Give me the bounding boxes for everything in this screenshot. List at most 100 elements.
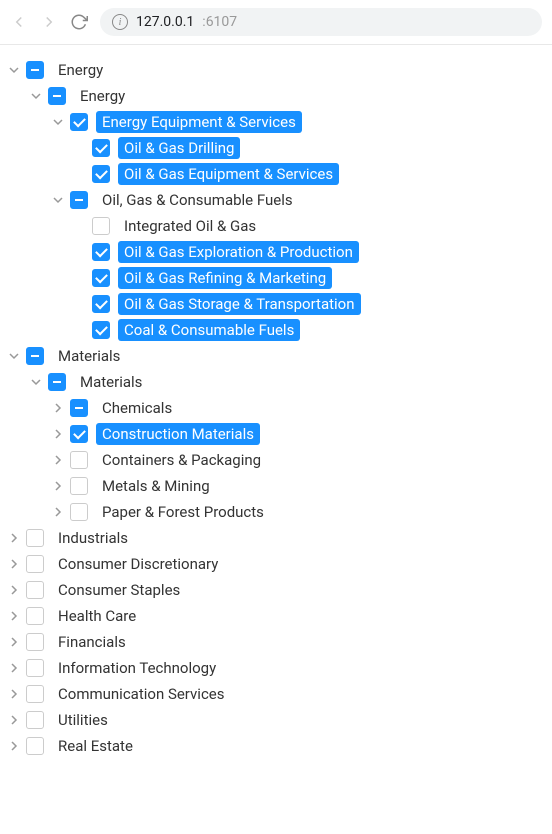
url-bar[interactable]: i 127.0.0.1:6107	[100, 8, 542, 36]
expand-toggle[interactable]	[6, 608, 22, 624]
tree-label[interactable]: Oil & Gas Storage & Transportation	[118, 293, 361, 315]
tree-label[interactable]: Integrated Oil & Gas	[118, 215, 262, 237]
tree-row-containers-packaging[interactable]: Containers & Packaging	[50, 447, 546, 473]
tree-label[interactable]: Utilities	[52, 709, 114, 731]
checkbox-oil-gas-refining-marketing[interactable]	[92, 269, 110, 287]
tree-label[interactable]: Oil & Gas Refining & Marketing	[118, 267, 332, 289]
tree-row-oil-gas-equipment-services[interactable]: Oil & Gas Equipment & Services	[72, 161, 546, 187]
tree-label[interactable]: Coal & Consumable Fuels	[118, 319, 300, 341]
checkbox-oil-gas-consumable-fuels[interactable]	[70, 191, 88, 209]
expand-toggle[interactable]	[6, 738, 22, 754]
checkbox-communication-services[interactable]	[26, 685, 44, 703]
checkbox-real-estate[interactable]	[26, 737, 44, 755]
checkbox-materials[interactable]	[26, 347, 44, 365]
expand-toggle[interactable]	[50, 452, 66, 468]
checkbox-industrials[interactable]	[26, 529, 44, 547]
expand-toggle[interactable]	[6, 582, 22, 598]
expand-toggle[interactable]	[6, 660, 22, 676]
expand-toggle[interactable]	[50, 478, 66, 494]
expand-toggle[interactable]	[6, 634, 22, 650]
checkbox-consumer-discretionary[interactable]	[26, 555, 44, 573]
expand-toggle[interactable]	[6, 530, 22, 546]
tree-label[interactable]: Oil & Gas Drilling	[118, 137, 240, 159]
tree-row-communication-services[interactable]: Communication Services	[6, 681, 546, 707]
tree-row-coal-consumable-fuels[interactable]: Coal & Consumable Fuels	[72, 317, 546, 343]
expand-toggle[interactable]	[6, 556, 22, 572]
tree-row-materials[interactable]: Materials	[6, 343, 546, 369]
checkbox-containers-packaging[interactable]	[70, 451, 88, 469]
checkbox-energy[interactable]	[48, 87, 66, 105]
tree-row-financials[interactable]: Financials	[6, 629, 546, 655]
tree-row-oil-gas-refining-marketing[interactable]: Oil & Gas Refining & Marketing	[72, 265, 546, 291]
checkbox-coal-consumable-fuels[interactable]	[92, 321, 110, 339]
expand-toggle[interactable]	[50, 114, 66, 130]
tree-row-oil-gas-drilling[interactable]: Oil & Gas Drilling	[72, 135, 546, 161]
checkbox-information-technology[interactable]	[26, 659, 44, 677]
site-info-icon[interactable]: i	[112, 14, 128, 30]
expand-toggle[interactable]	[28, 88, 44, 104]
tree-row-materials[interactable]: Materials	[28, 369, 546, 395]
checkbox-oil-gas-drilling[interactable]	[92, 139, 110, 157]
tree-row-energy[interactable]: Energy	[28, 83, 546, 109]
tree-label[interactable]: Communication Services	[52, 683, 231, 705]
tree-row-consumer-discretionary[interactable]: Consumer Discretionary	[6, 551, 546, 577]
tree-label[interactable]: Oil, Gas & Consumable Fuels	[96, 189, 299, 211]
tree-row-consumer-staples[interactable]: Consumer Staples	[6, 577, 546, 603]
tree-label[interactable]: Consumer Discretionary	[52, 553, 224, 575]
tree-label[interactable]: Consumer Staples	[52, 579, 186, 601]
checkbox-health-care[interactable]	[26, 607, 44, 625]
tree-row-metals-mining[interactable]: Metals & Mining	[50, 473, 546, 499]
tree-label[interactable]: Health Care	[52, 605, 142, 627]
tree-label[interactable]: Financials	[52, 631, 132, 653]
tree-row-health-care[interactable]: Health Care	[6, 603, 546, 629]
tree-label[interactable]: Oil & Gas Exploration & Production	[118, 241, 359, 263]
tree-row-utilities[interactable]: Utilities	[6, 707, 546, 733]
tree-label[interactable]: Energy Equipment & Services	[96, 111, 302, 133]
tree-row-information-technology[interactable]: Information Technology	[6, 655, 546, 681]
tree-label[interactable]: Paper & Forest Products	[96, 501, 270, 523]
checkbox-oil-gas-equipment-services[interactable]	[92, 165, 110, 183]
tree-row-construction-materials[interactable]: Construction Materials	[50, 421, 546, 447]
tree-row-integrated-oil-gas[interactable]: Integrated Oil & Gas	[72, 213, 546, 239]
checkbox-chemicals[interactable]	[70, 399, 88, 417]
expand-toggle[interactable]	[6, 686, 22, 702]
tree-row-oil-gas-consumable-fuels[interactable]: Oil, Gas & Consumable Fuels	[50, 187, 546, 213]
checkbox-construction-materials[interactable]	[70, 425, 88, 443]
tree-row-oil-gas-storage-transportation[interactable]: Oil & Gas Storage & Transportation	[72, 291, 546, 317]
back-button[interactable]	[10, 13, 28, 31]
checkbox-materials[interactable]	[48, 373, 66, 391]
tree-row-real-estate[interactable]: Real Estate	[6, 733, 546, 759]
tree-label[interactable]: Energy	[52, 59, 109, 81]
tree-label[interactable]: Information Technology	[52, 657, 222, 679]
checkbox-oil-gas-exploration-production[interactable]	[92, 243, 110, 261]
expand-toggle[interactable]	[50, 504, 66, 520]
tree-row-chemicals[interactable]: Chemicals	[50, 395, 546, 421]
checkbox-utilities[interactable]	[26, 711, 44, 729]
tree-row-oil-gas-exploration-production[interactable]: Oil & Gas Exploration & Production	[72, 239, 546, 265]
tree-label[interactable]: Construction Materials	[96, 423, 260, 445]
tree-row-paper-forest-products[interactable]: Paper & Forest Products	[50, 499, 546, 525]
tree-label[interactable]: Materials	[74, 371, 148, 393]
checkbox-energy-equipment-services[interactable]	[70, 113, 88, 131]
checkbox-oil-gas-storage-transportation[interactable]	[92, 295, 110, 313]
reload-button[interactable]	[70, 13, 88, 31]
checkbox-integrated-oil-gas[interactable]	[92, 217, 110, 235]
tree-row-industrials[interactable]: Industrials	[6, 525, 546, 551]
tree-label[interactable]: Energy	[74, 85, 131, 107]
expand-toggle[interactable]	[50, 400, 66, 416]
expand-toggle[interactable]	[6, 712, 22, 728]
tree-label[interactable]: Oil & Gas Equipment & Services	[118, 163, 339, 185]
expand-toggle[interactable]	[50, 426, 66, 442]
tree-label[interactable]: Chemicals	[96, 397, 178, 419]
tree-label[interactable]: Containers & Packaging	[96, 449, 267, 471]
checkbox-metals-mining[interactable]	[70, 477, 88, 495]
expand-toggle[interactable]	[6, 348, 22, 364]
checkbox-energy[interactable]	[26, 61, 44, 79]
expand-toggle[interactable]	[28, 374, 44, 390]
tree-label[interactable]: Industrials	[52, 527, 134, 549]
expand-toggle[interactable]	[6, 62, 22, 78]
checkbox-paper-forest-products[interactable]	[70, 503, 88, 521]
tree-row-energy-equipment-services[interactable]: Energy Equipment & Services	[50, 109, 546, 135]
expand-toggle[interactable]	[50, 192, 66, 208]
checkbox-consumer-staples[interactable]	[26, 581, 44, 599]
